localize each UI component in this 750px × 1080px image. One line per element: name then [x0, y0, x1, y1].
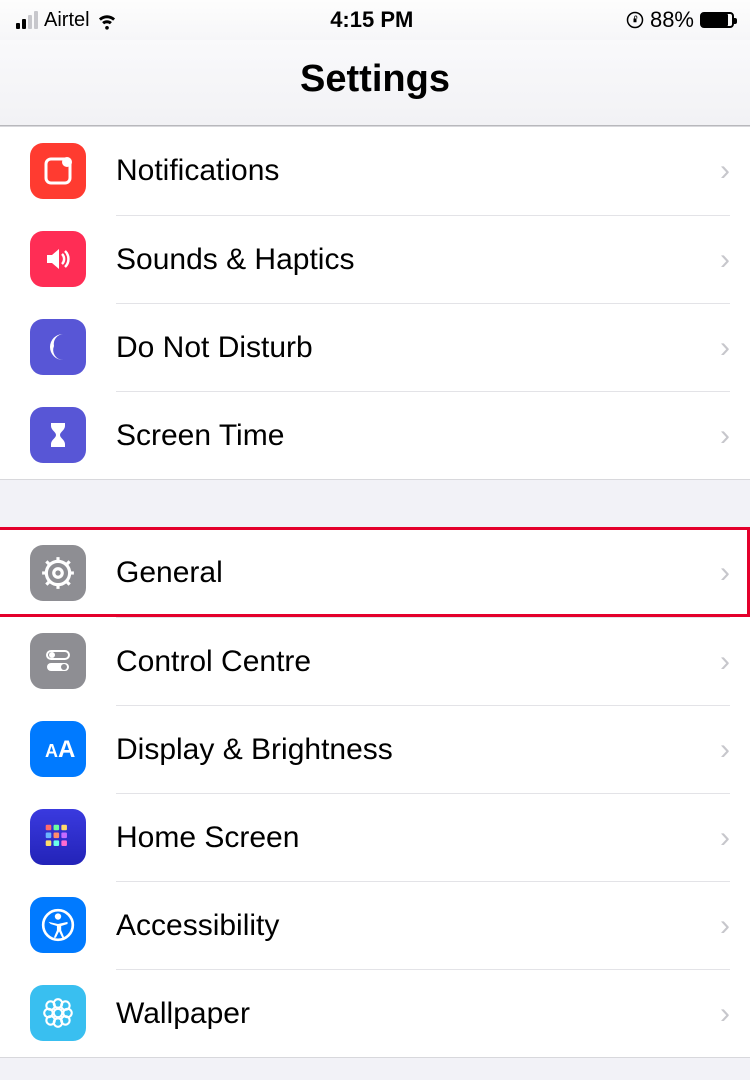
chevron-right-icon: ›: [720, 997, 730, 1031]
row-general[interactable]: General›: [0, 529, 750, 617]
svg-text:A: A: [58, 736, 75, 763]
row-controlcentre[interactable]: Control Centre›: [0, 617, 750, 705]
chevron-right-icon: ›: [720, 733, 730, 767]
status-right: 88%: [626, 7, 734, 33]
row-label: General: [116, 556, 720, 590]
battery-percent: 88%: [650, 7, 694, 33]
moon-icon: [30, 319, 86, 375]
row-label: Display & Brightness: [116, 733, 720, 767]
flower-icon: [30, 985, 86, 1041]
row-label: Accessibility: [116, 909, 720, 943]
status-left: Airtel: [16, 9, 118, 32]
row-label: Control Centre: [116, 645, 720, 679]
settings-group-2: General› Control Centre› AA Display & Br…: [0, 528, 750, 1058]
toggles-icon: [30, 633, 86, 689]
carrier-label: Airtel: [44, 9, 90, 32]
status-bar: Airtel 4:15 PM 88%: [0, 0, 750, 40]
row-wallpaper[interactable]: Wallpaper›: [0, 969, 750, 1057]
chevron-right-icon: ›: [720, 645, 730, 679]
wifi-icon: [96, 9, 118, 31]
chevron-right-icon: ›: [720, 821, 730, 855]
row-notifications[interactable]: Notifications›: [0, 127, 750, 215]
row-dnd[interactable]: Do Not Disturb›: [0, 303, 750, 391]
text-size-icon: AA: [30, 721, 86, 777]
page-title: Settings: [0, 58, 750, 101]
grid-icon: [30, 809, 86, 865]
row-screentime[interactable]: Screen Time›: [0, 391, 750, 479]
row-display[interactable]: AA Display & Brightness›: [0, 705, 750, 793]
chevron-right-icon: ›: [720, 556, 730, 590]
gear-icon: [30, 545, 86, 601]
settings-group-1: Notifications› Sounds & Haptics› Do Not …: [0, 126, 750, 480]
row-label: Home Screen: [116, 821, 720, 855]
row-accessibility[interactable]: Accessibility›: [0, 881, 750, 969]
svg-text:A: A: [45, 741, 58, 761]
chevron-right-icon: ›: [720, 419, 730, 453]
orientation-lock-icon: [626, 11, 644, 29]
clock: 4:15 PM: [118, 7, 626, 33]
row-homescreen[interactable]: Home Screen›: [0, 793, 750, 881]
row-label: Sounds & Haptics: [116, 243, 720, 277]
nav-bar: Settings: [0, 40, 750, 126]
accessibility-icon: [30, 897, 86, 953]
hourglass-icon: [30, 407, 86, 463]
chevron-right-icon: ›: [720, 331, 730, 365]
row-label: Do Not Disturb: [116, 331, 720, 365]
notifications-icon: [30, 143, 86, 199]
chevron-right-icon: ›: [720, 154, 730, 188]
row-label: Screen Time: [116, 419, 720, 453]
signal-icon: [16, 11, 38, 29]
battery-icon: [700, 12, 734, 28]
chevron-right-icon: ›: [720, 243, 730, 277]
row-sounds[interactable]: Sounds & Haptics›: [0, 215, 750, 303]
speaker-icon: [30, 231, 86, 287]
chevron-right-icon: ›: [720, 909, 730, 943]
row-label: Wallpaper: [116, 997, 720, 1031]
row-label: Notifications: [116, 154, 720, 188]
